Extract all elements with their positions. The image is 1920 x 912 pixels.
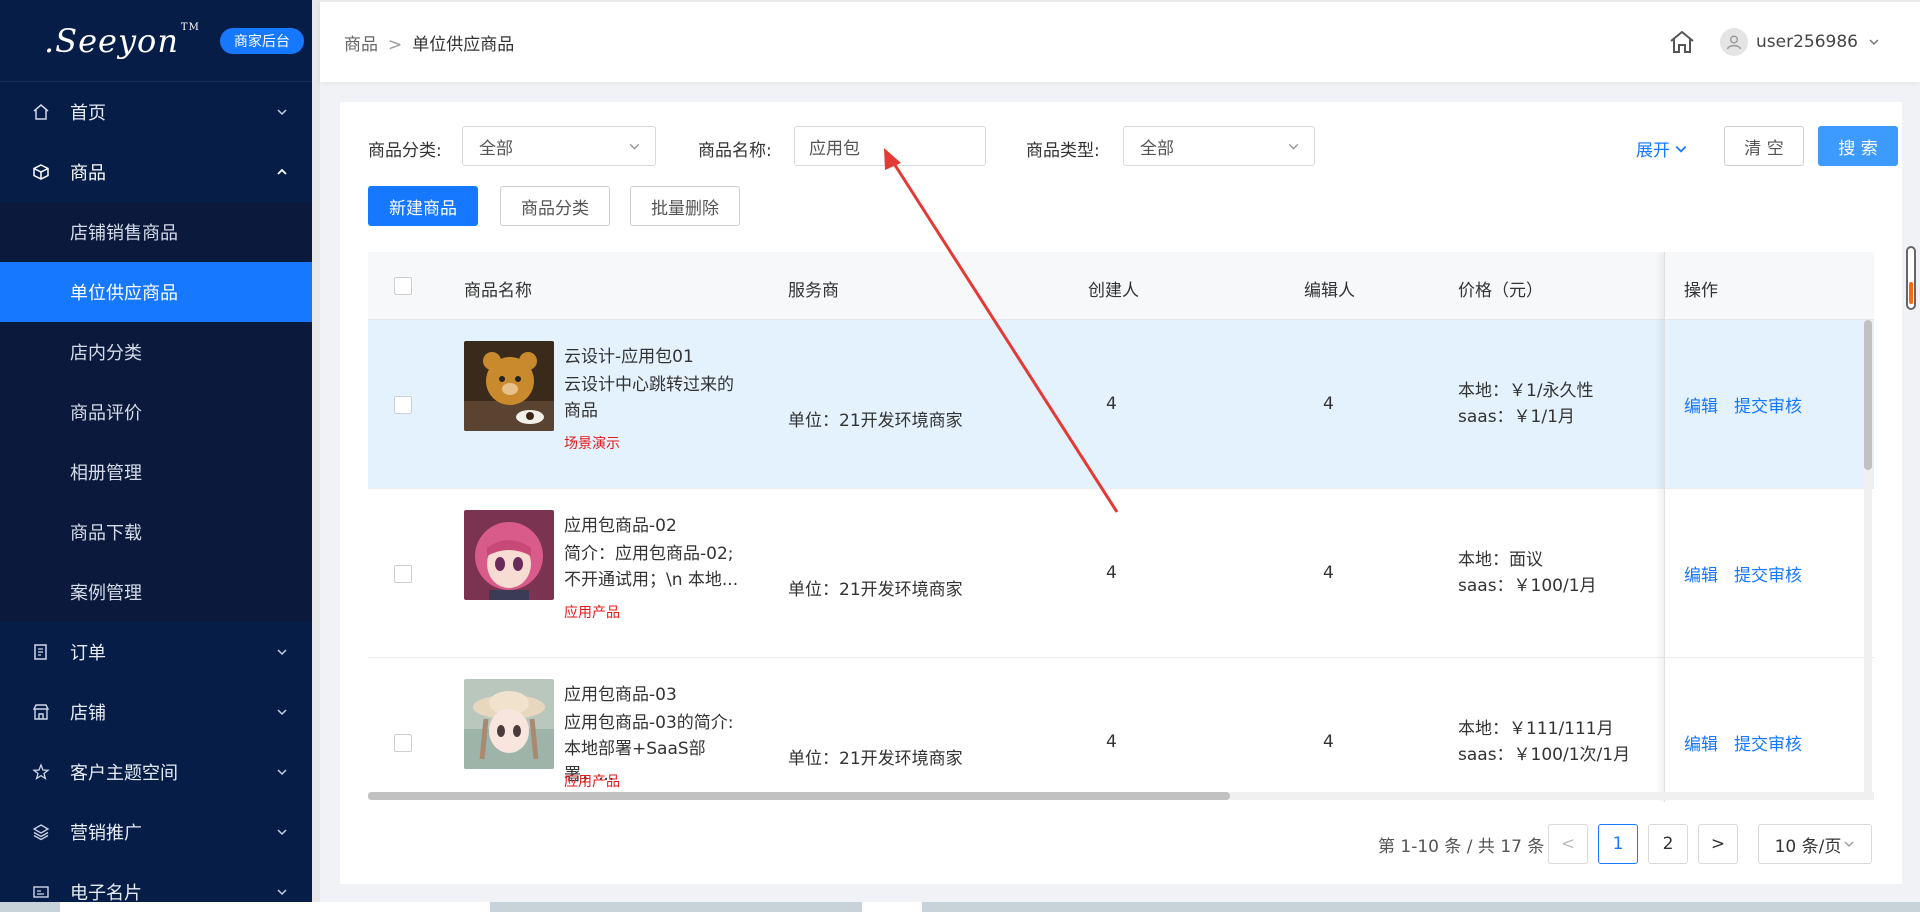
- annotation-arrow-overlay: [884, 148, 1119, 513]
- page-scroll-indicator: [1909, 282, 1913, 304]
- page-scrollbar[interactable]: [1906, 246, 1916, 310]
- taskbar-window[interactable]: [862, 902, 922, 912]
- annotation-arrow-line: [891, 161, 1119, 513]
- taskbar-window[interactable]: [60, 902, 490, 912]
- taskbar-strip: [0, 902, 1920, 912]
- annotation-arrow-head: [884, 148, 901, 170]
